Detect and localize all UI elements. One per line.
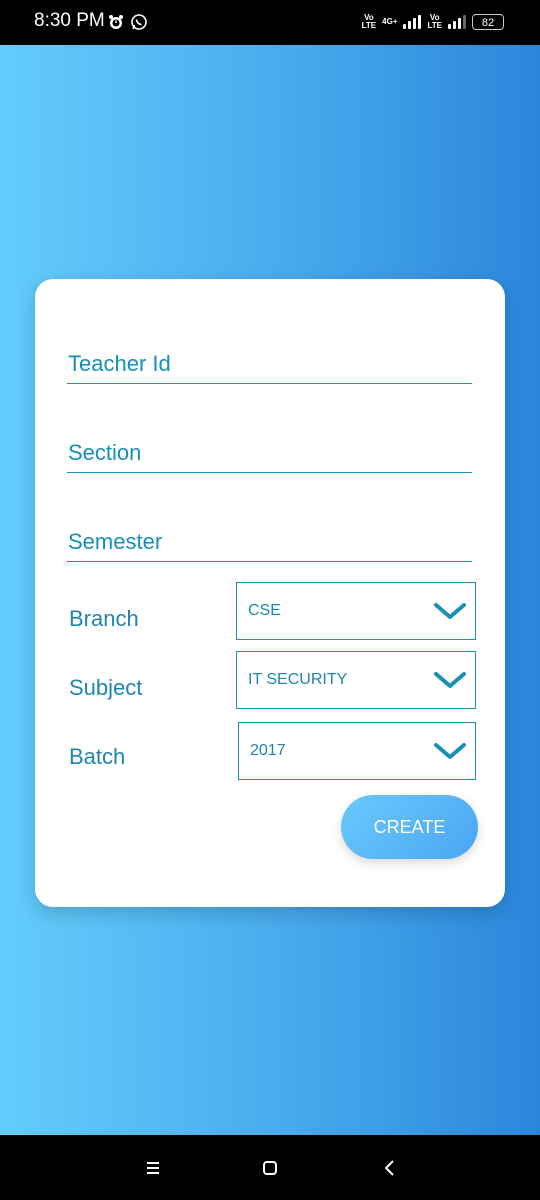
teacher-id-placeholder: Teacher Id <box>68 351 171 376</box>
batch-value: 2017 <box>250 742 286 759</box>
status-bar: 8:30 PM Vo LTE 4G+ Vo LTE 82 <box>0 0 540 45</box>
battery-icon: 82 <box>472 14 504 30</box>
semester-field[interactable]: Semester <box>67 523 472 562</box>
branch-label: Branch <box>69 606 139 631</box>
nav-bar <box>0 1135 540 1200</box>
volte-indicator-2: Vo LTE <box>427 13 442 30</box>
teacher-id-field[interactable]: Teacher Id <box>67 345 472 384</box>
chevron-down-icon <box>434 603 466 619</box>
app-background: Teacher Id Section Semester Branch CSE S… <box>0 45 540 1135</box>
section-placeholder: Section <box>68 440 142 465</box>
subject-value: IT SECURITY <box>248 671 348 688</box>
signal-icon-2 <box>448 15 466 29</box>
alarm-icon <box>109 15 123 29</box>
branch-value: CSE <box>248 602 281 619</box>
menu-icon[interactable] <box>141 1157 165 1179</box>
home-icon[interactable] <box>258 1157 282 1179</box>
branch-select[interactable]: CSE <box>236 582 476 640</box>
signal-icon <box>403 15 422 29</box>
chevron-down-icon <box>434 743 466 759</box>
form-card: Teacher Id Section Semester Branch CSE S… <box>35 279 505 907</box>
semester-placeholder: Semester <box>68 529 163 554</box>
chevron-down-icon <box>434 672 466 688</box>
subject-select[interactable]: IT SECURITY <box>236 651 476 709</box>
batch-select[interactable]: 2017 <box>238 722 476 780</box>
section-field[interactable]: Section <box>67 434 472 473</box>
volte-indicator-1: Vo LTE <box>361 13 377 30</box>
status-time: 8:30 PM <box>34 10 105 31</box>
network-type: 4G+ <box>382 17 398 26</box>
subject-label: Subject <box>69 675 143 700</box>
whatsapp-icon <box>131 14 147 30</box>
create-button[interactable]: CREATE <box>341 795 478 859</box>
back-icon[interactable] <box>378 1157 402 1179</box>
batch-label: Batch <box>69 744 126 769</box>
